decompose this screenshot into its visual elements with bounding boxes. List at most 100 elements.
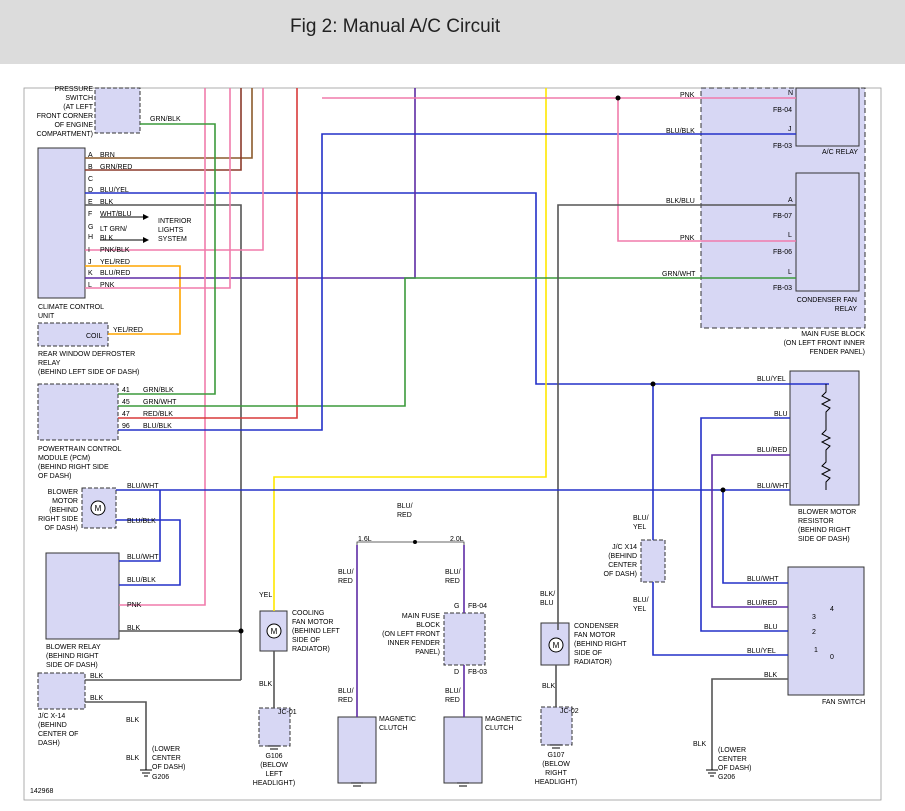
wire-label: BLU/YEL bbox=[757, 376, 786, 383]
ccu-pin: F bbox=[88, 211, 92, 218]
ccu-pin: B bbox=[88, 164, 93, 171]
magnetic-clutch-16-box bbox=[337, 716, 377, 784]
engine-16-label: 1.6L bbox=[358, 536, 372, 543]
fuse-fb04-right: FB-04 bbox=[773, 107, 792, 114]
wire-label: BLU/BLK bbox=[127, 518, 156, 525]
g206-left-label: (LOWER bbox=[152, 746, 180, 753]
g106-label: (BELOW bbox=[260, 762, 288, 769]
pressure-switch-label: OF ENGINE bbox=[54, 122, 93, 129]
wire-label: BLU/WHT bbox=[127, 554, 159, 561]
main-fuse-block-center-box bbox=[443, 612, 486, 666]
wire-label: BLU/RED bbox=[757, 447, 787, 454]
ccu-wire: PNK bbox=[100, 282, 115, 289]
ccu-wire: BLU/RED bbox=[100, 270, 130, 277]
main-fuse-center-label: MAIN FUSE bbox=[402, 613, 440, 620]
junction-dot bbox=[238, 628, 244, 634]
wire-label: BLU bbox=[764, 624, 778, 631]
wire-label: BLU/WHT bbox=[747, 576, 779, 583]
climate-control-unit-box bbox=[37, 147, 86, 299]
jc02-label: JC-02 bbox=[560, 708, 579, 715]
ccu-wire: BLK bbox=[100, 199, 114, 206]
jc-x14-right-label: (BEHIND bbox=[608, 553, 637, 560]
condenser-fan-label: (BEHIND RIGHT bbox=[574, 641, 627, 648]
pcm-wire: RED/BLK bbox=[143, 411, 173, 418]
g106-label: HEADLIGHT) bbox=[253, 780, 295, 787]
blower-relay-box bbox=[45, 552, 120, 640]
ccu-pin: K bbox=[88, 270, 93, 277]
g206-right-label: CENTER bbox=[718, 756, 747, 763]
pressure-switch-label: COMPARTMENT) bbox=[36, 131, 93, 138]
blower-motor-label: RIGHT SIDE bbox=[38, 516, 78, 523]
wire-label: BLU bbox=[774, 411, 788, 418]
blower-motor-label: MOTOR bbox=[52, 498, 78, 505]
cooling-fan-label: (BEHIND LEFT bbox=[292, 628, 341, 635]
pcm-pin: 41 bbox=[122, 387, 130, 394]
jc-x14-right-label: OF DASH) bbox=[604, 571, 637, 578]
wire-label: YEL/RED bbox=[113, 327, 143, 334]
jc01-label: JC-01 bbox=[278, 709, 297, 716]
rear-defroster-label: RELAY bbox=[38, 360, 61, 367]
wire-label: BLU/RED bbox=[747, 600, 777, 607]
wire-label: RED bbox=[338, 697, 353, 704]
magnetic-clutch-20-box bbox=[443, 716, 483, 784]
wire-label: BLK bbox=[90, 673, 104, 680]
ccu-wire: WHT/BLU bbox=[100, 211, 132, 218]
wire-label: BLK bbox=[542, 683, 556, 690]
main-fuse-right-label: (ON LEFT FRONT INNER bbox=[784, 340, 865, 347]
wire-label: BLU/WHT bbox=[127, 483, 159, 490]
blower-relay-label: BLOWER RELAY bbox=[46, 644, 101, 651]
fan-switch-label: FAN SWITCH bbox=[822, 699, 865, 706]
wire-label: BLK bbox=[693, 741, 707, 748]
pressure-switch-box bbox=[94, 87, 141, 134]
pcm-pin: 47 bbox=[122, 411, 130, 418]
ccu-pin: L bbox=[88, 282, 92, 289]
wire-label: BLK bbox=[126, 717, 140, 724]
ccu-wire: BLK bbox=[100, 235, 114, 242]
condenser-fan-relay-box bbox=[795, 172, 860, 292]
blower-motor-label: OF DASH) bbox=[45, 525, 78, 532]
engine-20-label: 2.0L bbox=[450, 536, 464, 543]
condenser-fan-label: SIDE OF bbox=[574, 650, 602, 657]
jc-x14-right-box bbox=[640, 539, 666, 583]
pcm-label: POWERTRAIN CONTROL bbox=[38, 446, 122, 453]
fuse-pin-d: D bbox=[454, 669, 459, 676]
wire-label: PNK bbox=[127, 602, 142, 609]
wire-label: BLK bbox=[127, 625, 141, 632]
cooling-fan-label: FAN MOTOR bbox=[292, 619, 333, 626]
ccu-pin: C bbox=[88, 176, 93, 183]
fan-switch-box bbox=[787, 566, 865, 696]
wire-label: BLU/BLK bbox=[666, 128, 695, 135]
jc-x14-left-label: CENTER OF bbox=[38, 731, 78, 738]
wire-label: BLK bbox=[259, 681, 273, 688]
fan-switch-pin: 3 bbox=[812, 614, 816, 621]
motor-m-2: M bbox=[271, 627, 278, 636]
pressure-switch-label: (AT LEFT bbox=[63, 104, 93, 111]
wire-label: RED bbox=[445, 697, 460, 704]
magnetic-clutch-label: MAGNETIC bbox=[379, 716, 416, 723]
motor-m-1: M bbox=[95, 504, 102, 513]
ccu-pin: H bbox=[88, 234, 93, 241]
pressure-switch-label: SWITCH bbox=[65, 95, 93, 102]
g107-label: (BELOW bbox=[542, 761, 570, 768]
wire-label: BLU bbox=[540, 600, 554, 607]
main-fuse-right-label: FENDER PANEL) bbox=[810, 349, 866, 356]
fuse-fb07: FB-07 bbox=[773, 213, 792, 220]
ccu-wire: BLU/YEL bbox=[100, 187, 129, 194]
jc-x14-right-label: J/C X14 bbox=[612, 544, 637, 551]
main-fuse-center-label: (ON LEFT FRONT bbox=[382, 631, 441, 638]
condenser-fan-label: CONDENSER bbox=[574, 623, 619, 630]
pcm-pin: 96 bbox=[122, 423, 130, 430]
wire-label: BLK/ bbox=[540, 591, 555, 598]
jc-x14-left-label: (BEHIND bbox=[38, 722, 67, 729]
wire-label: BLK bbox=[764, 672, 778, 679]
blower-resistor-label: SIDE OF DASH) bbox=[798, 536, 850, 543]
magnetic-clutch-label: MAGNETIC bbox=[485, 716, 522, 723]
g206-left-ground: G206 bbox=[152, 774, 169, 781]
ac-relay-box bbox=[795, 87, 860, 147]
wire-yellow bbox=[273, 88, 547, 611]
blower-motor-label: BLOWER bbox=[48, 489, 78, 496]
interior-lights-label: LIGHTS bbox=[158, 227, 184, 234]
ccu-pin: I bbox=[88, 247, 90, 254]
jc-x14-left-label: J/C X-14 bbox=[38, 713, 65, 720]
pin-a: A bbox=[788, 197, 793, 204]
